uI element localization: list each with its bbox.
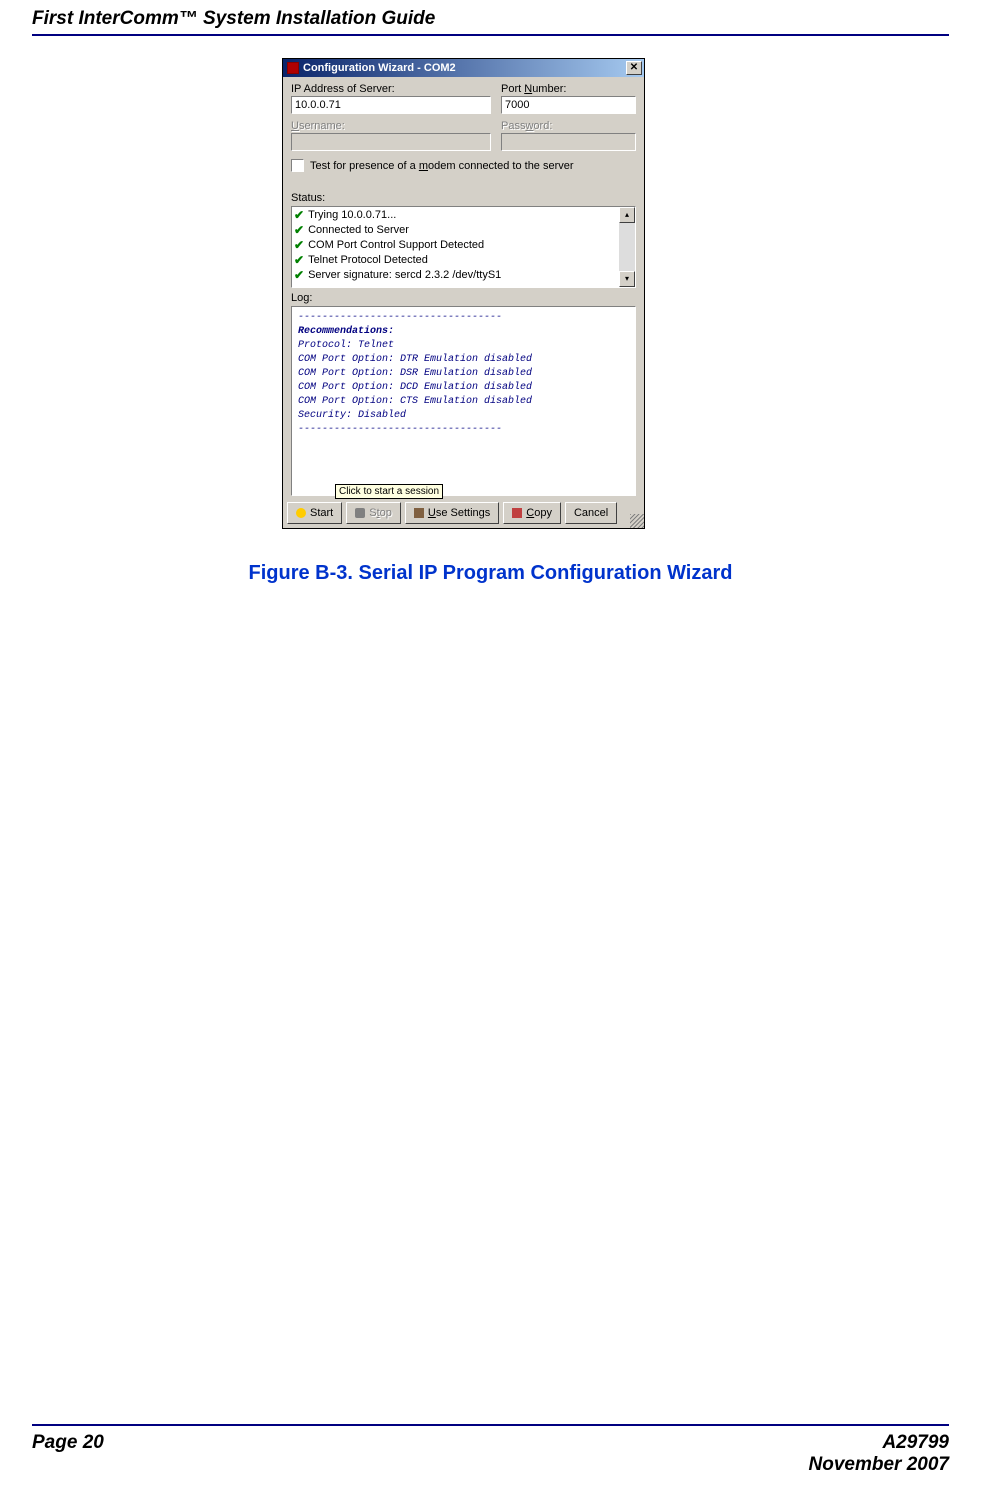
log-textbox: ---------------------------------- Recom… bbox=[291, 306, 636, 496]
log-line: Security: Disabled bbox=[298, 409, 629, 423]
password-input bbox=[501, 133, 636, 151]
status-scrollbar[interactable]: ▴ ▾ bbox=[619, 207, 635, 287]
status-label: Status: bbox=[291, 192, 636, 204]
page-footer: Page 20 A29799 November 2007 bbox=[32, 1432, 949, 1476]
check-icon: ✔ bbox=[294, 223, 304, 238]
copy-button[interactable]: Copy bbox=[503, 502, 561, 524]
log-label: Log: bbox=[291, 292, 636, 304]
app-icon bbox=[287, 62, 299, 74]
username-label: Username: bbox=[291, 120, 491, 132]
start-button[interactable]: Start bbox=[287, 502, 342, 524]
cancel-button[interactable]: Cancel bbox=[565, 502, 617, 524]
start-tooltip: Click to start a session bbox=[335, 484, 443, 499]
log-line: COM Port Option: CTS Emulation disabled bbox=[298, 395, 629, 409]
use-settings-button[interactable]: Use Settings bbox=[405, 502, 499, 524]
copy-icon bbox=[512, 508, 522, 518]
log-line: Protocol: Telnet bbox=[298, 339, 629, 353]
modem-checkbox-label: Test for presence of a modem connected t… bbox=[310, 160, 574, 172]
check-icon: ✔ bbox=[294, 238, 304, 253]
dialog-screenshot: Configuration Wizard - COM2 ✕ IP Address… bbox=[282, 58, 645, 529]
log-line: Recommendations: bbox=[298, 325, 629, 339]
log-line: ---------------------------------- bbox=[298, 423, 629, 437]
footer-rule bbox=[32, 1424, 949, 1426]
check-icon: ✔ bbox=[294, 253, 304, 268]
ip-address-input[interactable] bbox=[291, 96, 491, 114]
status-line: Connected to Server bbox=[308, 223, 409, 238]
status-line: COM Port Control Support Detected bbox=[308, 238, 484, 253]
close-button[interactable]: ✕ bbox=[626, 61, 642, 75]
resize-grip[interactable] bbox=[630, 514, 644, 528]
check-icon: ✔ bbox=[294, 268, 304, 283]
modem-checkbox[interactable] bbox=[291, 159, 304, 172]
log-line: COM Port Option: DTR Emulation disabled bbox=[298, 353, 629, 367]
page-header-title: First InterComm™ System Installation Gui… bbox=[32, 8, 435, 30]
header-rule bbox=[32, 34, 949, 36]
scroll-up-button[interactable]: ▴ bbox=[619, 207, 635, 223]
footer-date: November 2007 bbox=[809, 1454, 949, 1476]
stop-icon bbox=[355, 508, 365, 518]
check-icon: ✔ bbox=[294, 208, 304, 223]
status-line: Telnet Protocol Detected bbox=[308, 253, 428, 268]
dialog-title: Configuration Wizard - COM2 bbox=[303, 59, 456, 77]
footer-doc-code: A29799 bbox=[809, 1432, 949, 1454]
config-wizard-dialog: Configuration Wizard - COM2 ✕ IP Address… bbox=[282, 58, 645, 529]
port-number-label: Port Number: bbox=[501, 83, 636, 95]
dialog-button-row: Click to start a session Start Stop Use … bbox=[283, 498, 644, 528]
ip-address-label: IP Address of Server: bbox=[291, 83, 491, 95]
figure-caption: Figure B-3. Serial IP Program Configurat… bbox=[0, 562, 981, 585]
status-listbox: ✔ Trying 10.0.0.71... ✔ Connected to Serve… bbox=[291, 206, 636, 288]
status-line: Server signature: sercd 2.3.2 /dev/ttyS1 bbox=[308, 268, 501, 283]
password-label: Password: bbox=[501, 120, 636, 132]
scroll-down-button[interactable]: ▾ bbox=[619, 271, 635, 287]
log-line: COM Port Option: DCD Emulation disabled bbox=[298, 381, 629, 395]
status-line: Trying 10.0.0.71... bbox=[308, 208, 396, 223]
bulb-icon bbox=[296, 508, 306, 518]
log-line: COM Port Option: DSR Emulation disabled bbox=[298, 367, 629, 381]
settings-icon bbox=[414, 508, 424, 518]
port-number-input[interactable] bbox=[501, 96, 636, 114]
username-input bbox=[291, 133, 491, 151]
footer-page-number: Page 20 bbox=[32, 1432, 104, 1476]
stop-button[interactable]: Stop bbox=[346, 502, 401, 524]
log-line: ---------------------------------- bbox=[298, 311, 629, 325]
titlebar: Configuration Wizard - COM2 ✕ bbox=[283, 59, 644, 77]
